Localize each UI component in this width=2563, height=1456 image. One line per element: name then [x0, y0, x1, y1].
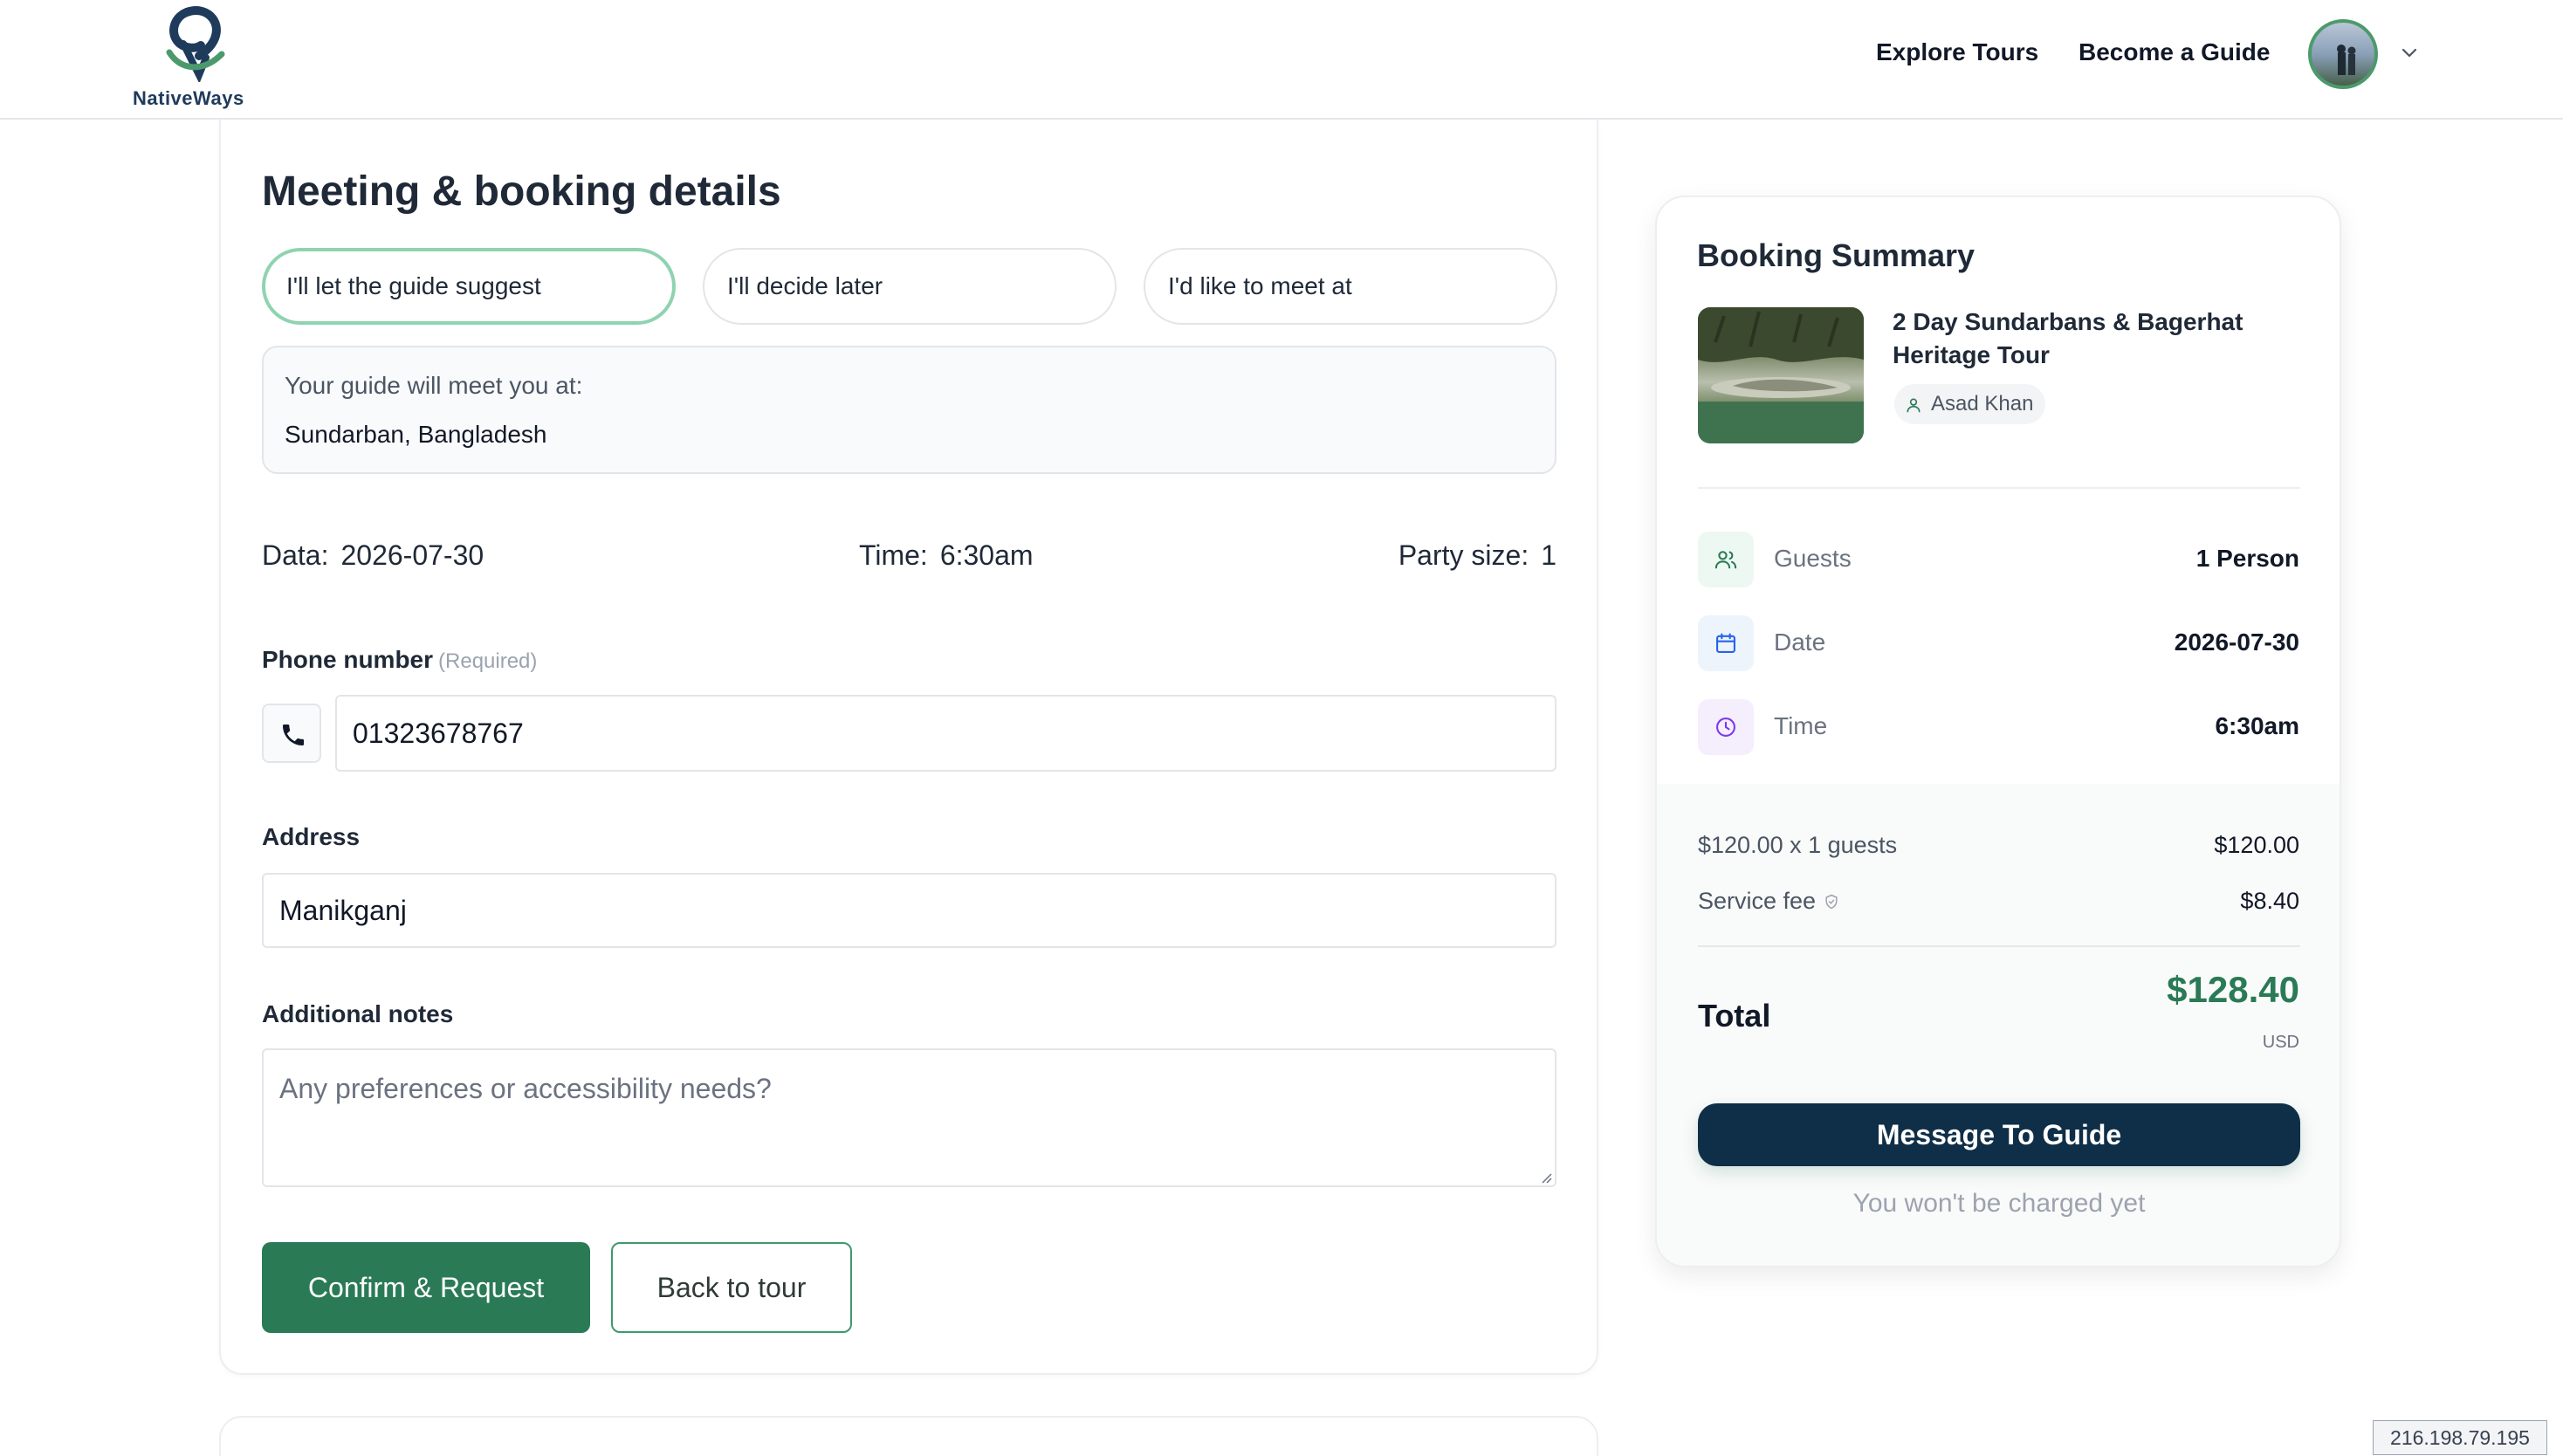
users-icon — [1714, 551, 1737, 569]
booking-date: Data: 2026-07-30 — [262, 539, 484, 572]
booking-time: Time: 6:30am — [859, 539, 1034, 572]
phone-label-text: Phone number — [262, 646, 434, 673]
shield-icon[interactable] — [1823, 893, 1840, 910]
date-row-value: 2026-07-30 — [2174, 628, 2299, 656]
tour-photo-icon — [1698, 307, 1864, 443]
phone-prefix — [262, 704, 321, 763]
notes-textarea[interactable] — [262, 1048, 1556, 1187]
total-label: Total — [1698, 998, 1771, 1034]
notes-label: Additional notes — [262, 1000, 454, 1027]
total-currency: USD — [2262, 1033, 2299, 1052]
phone-icon — [283, 725, 304, 745]
time-icon-box — [1698, 699, 1754, 755]
date-value: 2026-07-30 — [340, 539, 484, 571]
meeting-point-box — [262, 346, 1556, 474]
avatar-figures-icon — [2337, 45, 2356, 75]
phone-input[interactable] — [335, 695, 1556, 772]
brand-logo[interactable]: NativeWays — [129, 5, 260, 110]
chevron-down-icon[interactable] — [2397, 40, 2422, 65]
time-value: 6:30am — [939, 539, 1034, 571]
time-row-label: Time — [1774, 712, 1828, 739]
tour-thumbnail[interactable] — [1698, 307, 1864, 443]
pricing-divider — [1698, 945, 2300, 947]
guide-chip[interactable]: Asad Khan — [1894, 384, 2046, 424]
calendar-icon — [1716, 633, 1735, 653]
summary-divider — [1698, 487, 2300, 489]
time-row-value: 6:30am — [2215, 712, 2299, 739]
message-guide-button[interactable]: Message To Guide — [1698, 1103, 2300, 1166]
total-value: $128.40 — [2167, 969, 2299, 1010]
summary-title: Booking Summary — [1697, 237, 1976, 273]
service-fee-label: Service fee — [1698, 888, 1840, 915]
service-fee-text: Service fee — [1698, 888, 1817, 914]
option-decide-later[interactable]: I'll decide later — [703, 248, 1117, 325]
booking-party-size: Party size: 1 — [1398, 539, 1556, 572]
date-icon-box — [1698, 615, 1754, 671]
date-label: Data: — [262, 539, 329, 571]
time-label: Time: — [859, 539, 928, 571]
guests-value: 1 Person — [2195, 545, 2299, 572]
tour-title: 2 Day Sundarbans & Bagerhat Heritage Tou… — [1893, 308, 2243, 368]
user-icon — [1907, 398, 1921, 413]
nav-explore-tours[interactable]: Explore Tours — [1876, 38, 2038, 66]
required-note: (Required) — [438, 649, 538, 673]
secondary-card — [219, 1416, 1598, 1456]
address-label: Address — [262, 823, 361, 850]
charge-note: You won't be charged yet — [1852, 1189, 2146, 1218]
service-fee-value: $8.40 — [2240, 888, 2299, 914]
party-label: Party size: — [1398, 539, 1529, 571]
guide-name: Asad Khan — [1931, 392, 2034, 416]
option-guide-suggest[interactable]: I'll let the guide suggest — [262, 248, 676, 325]
party-value: 1 — [1541, 539, 1556, 571]
page-title: Meeting & booking details — [262, 168, 781, 215]
user-avatar[interactable] — [2308, 19, 2378, 89]
phone-label: Phone number (Required) — [262, 646, 537, 674]
guests-icon-box — [1698, 532, 1754, 587]
brand-name: NativeWays — [133, 87, 244, 109]
base-price-value: $120.00 — [2214, 832, 2299, 858]
guests-label: Guests — [1774, 545, 1852, 572]
top-header: NativeWays Explore Tours Become a Guide — [0, 0, 2563, 120]
meeting-point-value: Sundarban, Bangladesh — [285, 421, 547, 448]
resize-grip-icon[interactable] — [1538, 1170, 1552, 1184]
clock-icon — [1716, 718, 1735, 737]
base-price-label: $120.00 x 1 guests — [1698, 832, 1898, 858]
date-row-label: Date — [1774, 628, 1826, 656]
option-meet-at[interactable]: I'd like to meet at — [1144, 248, 1557, 325]
ip-address-badge: 216.198.79.195 — [2373, 1420, 2547, 1455]
back-to-tour-button[interactable]: Back to tour — [611, 1242, 852, 1333]
meeting-point-label: Your guide will meet you at: — [285, 372, 583, 399]
nav-become-guide[interactable]: Become a Guide — [2079, 38, 2270, 66]
logo-mark-icon — [166, 6, 225, 82]
confirm-request-button[interactable]: Confirm & Request — [262, 1242, 590, 1333]
address-input[interactable] — [262, 873, 1556, 948]
